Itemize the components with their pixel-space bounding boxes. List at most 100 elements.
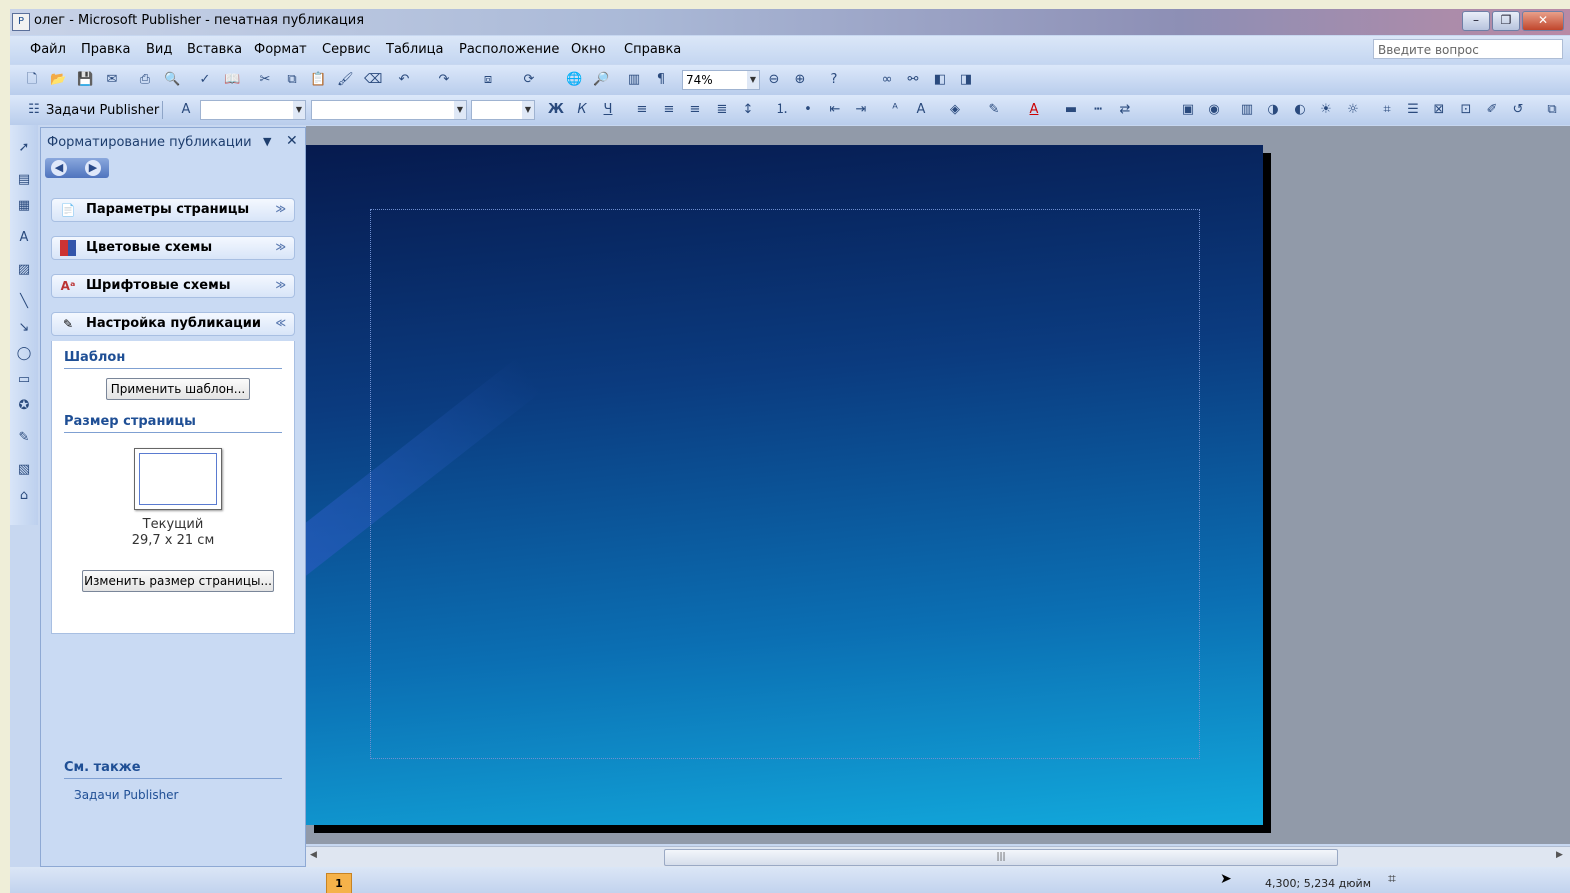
- oval-icon[interactable]: ◯: [15, 345, 33, 363]
- close-button[interactable]: ✕: [1522, 11, 1564, 31]
- menu-help[interactable]: Справка: [624, 42, 681, 57]
- ask-question-input[interactable]: Введите вопрос: [1373, 39, 1563, 59]
- font-size-combo[interactable]: ▼: [471, 100, 535, 120]
- menu-tools[interactable]: Сервис: [322, 42, 371, 57]
- paste-icon[interactable]: 📋: [310, 72, 326, 88]
- menu-window[interactable]: Окно: [571, 42, 606, 57]
- open-icon[interactable]: 📂: [50, 72, 66, 88]
- format-painter-icon[interactable]: 🖌: [337, 72, 354, 88]
- copy-icon[interactable]: ⧉: [284, 72, 300, 88]
- rotate-icon[interactable]: ⟳: [521, 72, 537, 88]
- format-picture-icon[interactable]: ⊡: [1458, 102, 1474, 118]
- scroll-right-icon[interactable]: ▶: [1556, 850, 1563, 860]
- set-transparent-icon[interactable]: ✐: [1484, 102, 1500, 118]
- insert-object-icon[interactable]: ⌂: [15, 487, 33, 505]
- increase-font-icon[interactable]: A: [913, 102, 929, 118]
- section-color-schemes[interactable]: Цветовые схемы ≫: [51, 236, 295, 260]
- section-font-schemes[interactable]: Aᵃ Шрифтовые схемы ≫: [51, 274, 295, 298]
- font-combo[interactable]: ▼: [311, 100, 467, 120]
- help-icon[interactable]: ?: [826, 72, 842, 88]
- horizontal-scrollbar[interactable]: ◀ ||| ▶: [306, 846, 1570, 867]
- italic-icon[interactable]: К: [574, 102, 590, 118]
- hot-spot-icon[interactable]: ✎: [15, 429, 33, 447]
- page-size-thumbnail[interactable]: [134, 448, 222, 510]
- menu-table[interactable]: Таблица: [386, 42, 444, 57]
- crop-icon[interactable]: ⌗: [1379, 102, 1395, 118]
- arrow-style-icon[interactable]: ⇄: [1117, 102, 1133, 118]
- new-icon[interactable]: 🗋: [24, 72, 40, 88]
- table-icon[interactable]: ▦: [15, 197, 33, 215]
- save-icon[interactable]: 💾: [77, 72, 93, 88]
- previous-text-box-icon[interactable]: ◧: [932, 72, 948, 88]
- print-preview-icon[interactable]: 🔍: [164, 72, 180, 88]
- back-icon[interactable]: ◀: [51, 160, 67, 176]
- page-navigator-tab[interactable]: 1: [326, 873, 352, 893]
- menu-edit[interactable]: Правка: [81, 42, 130, 57]
- menu-arrange[interactable]: Расположение: [459, 42, 559, 57]
- insert-hyperlink-icon[interactable]: 🌐: [566, 72, 582, 88]
- columns-layout-icon[interactable]: ▥: [1239, 102, 1255, 118]
- increase-indent-icon[interactable]: ⇥: [853, 102, 869, 118]
- apply-template-button[interactable]: Применить шаблон...: [106, 378, 250, 400]
- change-page-size-button[interactable]: Изменить размер страницы...: [82, 570, 274, 592]
- scrollbar-thumb[interactable]: |||: [664, 849, 1338, 866]
- spelling-icon[interactable]: ✓: [197, 72, 213, 88]
- rectangle-icon[interactable]: ▭: [15, 371, 33, 389]
- align-right-icon[interactable]: ≡: [687, 102, 703, 118]
- clear-format-icon[interactable]: ⌫: [364, 72, 382, 88]
- bold-icon[interactable]: Ж: [548, 102, 564, 118]
- print-icon[interactable]: ⎙: [137, 72, 153, 88]
- numbering-icon[interactable]: ⒈: [774, 102, 790, 118]
- brightness-less-icon[interactable]: ☼: [1345, 102, 1361, 118]
- chevron-down-icon[interactable]: ▼: [293, 101, 305, 119]
- task-pane-dropdown-icon[interactable]: ▼: [263, 135, 271, 148]
- line-color-icon[interactable]: ✎: [986, 102, 1002, 118]
- research-icon[interactable]: 📖: [224, 72, 240, 88]
- picture-frame-icon[interactable]: ▨: [15, 261, 33, 279]
- publisher-app-icon[interactable]: P: [12, 13, 30, 31]
- dash-style-icon[interactable]: ┅: [1090, 102, 1106, 118]
- pilcrow-icon[interactable]: ¶: [653, 72, 669, 88]
- design-gallery-icon[interactable]: ▧: [15, 461, 33, 479]
- text-box-icon[interactable]: ▤: [15, 171, 33, 189]
- line-spacing-icon[interactable]: ↕: [740, 102, 756, 118]
- contrast-less-icon[interactable]: ◐: [1292, 102, 1308, 118]
- compress-picture-icon[interactable]: ⊠: [1431, 102, 1447, 118]
- restore-button[interactable]: ❐: [1492, 11, 1520, 31]
- scroll-left-icon[interactable]: ◀: [310, 850, 317, 860]
- contrast-more-icon[interactable]: ◑: [1265, 102, 1281, 118]
- menu-insert[interactable]: Вставка: [187, 42, 242, 57]
- forward-icon[interactable]: ▶: [85, 160, 101, 176]
- tasks-button[interactable]: Задачи Publisher: [46, 103, 159, 118]
- bullets-icon[interactable]: •: [800, 102, 816, 118]
- font-color-icon[interactable]: A: [1026, 102, 1042, 118]
- brightness-more-icon[interactable]: ☀: [1318, 102, 1334, 118]
- email-icon[interactable]: ✉: [104, 72, 120, 88]
- publication-page[interactable]: [306, 145, 1263, 825]
- bring-forward-icon[interactable]: ⧈: [480, 72, 496, 88]
- line-weight-icon[interactable]: ☰: [1405, 102, 1421, 118]
- autoshapes-icon[interactable]: ✪: [15, 397, 33, 415]
- cut-icon[interactable]: ✂: [257, 72, 273, 88]
- color-picture-icon[interactable]: ◉: [1206, 102, 1222, 118]
- undo-icon[interactable]: ↶: [396, 72, 412, 88]
- columns-icon[interactable]: ▥: [626, 72, 642, 88]
- minimize-button[interactable]: –: [1462, 11, 1490, 31]
- redo-icon[interactable]: ↷: [436, 72, 452, 88]
- menu-file[interactable]: Файл: [30, 42, 66, 57]
- line-style-icon[interactable]: ▬: [1063, 102, 1079, 118]
- align-left-icon[interactable]: ≡: [634, 102, 650, 118]
- styles-icon[interactable]: A: [178, 102, 194, 118]
- next-text-box-icon[interactable]: ◨: [958, 72, 974, 88]
- zoom-combo[interactable]: 74% ▼: [682, 70, 760, 90]
- chevron-down-icon[interactable]: ▼: [747, 71, 759, 89]
- section-publication-setup[interactable]: ✎ Настройка публикации ≪: [51, 312, 295, 336]
- fill-color-icon[interactable]: ◈: [947, 102, 963, 118]
- section-page-options[interactable]: 📄 Параметры страницы ≫: [51, 198, 295, 222]
- tasks-icon[interactable]: ☷: [26, 102, 42, 118]
- text-wrap-icon[interactable]: ⧉: [1544, 102, 1560, 118]
- underline-icon[interactable]: Ч: [600, 102, 616, 118]
- web-preview-icon[interactable]: 🔎: [593, 72, 609, 88]
- unlink-text-box-icon[interactable]: ⚯: [905, 72, 921, 88]
- select-pointer-icon[interactable]: ➚: [15, 139, 33, 157]
